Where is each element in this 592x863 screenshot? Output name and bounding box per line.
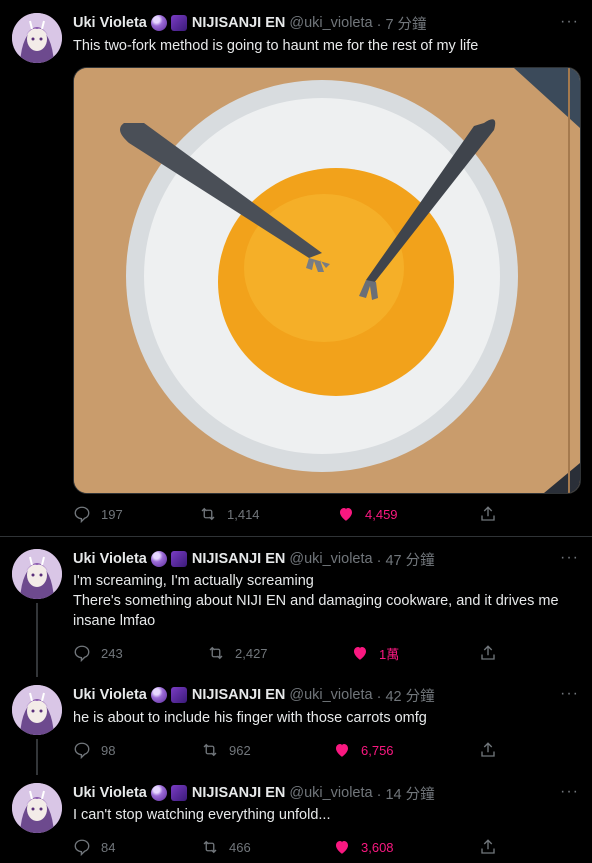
crystal-ball-icon: [150, 687, 167, 703]
tweet-header: Uki Violeta NIJISANJI EN @uki_violeta · …: [73, 685, 435, 705]
more-icon[interactable]: ···: [560, 550, 578, 571]
tweet-text: I'm screaming, I'm actually screaming Th…: [73, 571, 573, 631]
tweet-header: Uki Violeta NIJISANJI EN @uki_violeta · …: [73, 783, 435, 803]
share-button[interactable]: [479, 643, 507, 663]
tweet-image[interactable]: [73, 67, 581, 494]
heart-icon: [336, 744, 348, 757]
retweet-count: 466: [229, 839, 251, 855]
reply-button[interactable]: 197: [73, 504, 123, 524]
tweet-actions: 98 962 6,756: [73, 740, 503, 760]
more-icon[interactable]: ···: [560, 686, 578, 707]
thread-line: [36, 603, 38, 677]
share-button[interactable]: [479, 504, 507, 524]
tweet-text-line: I'm screaming, I'm actually screaming: [73, 573, 314, 589]
purple-square-icon: [170, 15, 187, 31]
share-icon: [481, 645, 495, 660]
share-icon: [481, 742, 495, 757]
tweet-actions: 84 466 3,608: [73, 837, 503, 857]
timestamp[interactable]: · 14 分鐘: [377, 783, 435, 804]
retweet-count: 962: [229, 742, 251, 758]
retweet-count: 2,427: [235, 645, 268, 661]
like-count: 4,459: [365, 506, 398, 522]
crystal-ball-icon: [150, 785, 167, 801]
tweet-header: Uki Violeta NIJISANJI EN @uki_violeta · …: [73, 13, 427, 33]
retweet-button[interactable]: 962: [201, 740, 251, 760]
reply-count: 197: [101, 506, 123, 522]
more-icon[interactable]: ···: [560, 14, 578, 35]
org-name: NIJISANJI EN: [191, 687, 286, 703]
reply-count: 98: [101, 742, 116, 758]
tweet-2[interactable]: Uki Violeta NIJISANJI EN @uki_violeta · …: [0, 537, 592, 677]
like-button[interactable]: 6,756: [333, 740, 394, 760]
display-name[interactable]: Uki Violeta: [73, 785, 147, 801]
reply-button[interactable]: 243: [73, 643, 123, 663]
reply-button[interactable]: 98: [73, 740, 115, 760]
timestamp[interactable]: · 7 分鐘: [377, 13, 427, 34]
share-button[interactable]: [479, 740, 507, 760]
tweet-text-line: There's something about NIJI EN and dama…: [73, 593, 559, 629]
purple-square-icon: [170, 785, 187, 801]
handle[interactable]: @uki_violeta: [289, 15, 372, 31]
reply-icon: [74, 645, 90, 662]
avatar[interactable]: [12, 783, 62, 833]
tweet-text: I can't stop watching everything unfold.…: [73, 807, 331, 823]
purple-square-icon: [170, 551, 187, 567]
tweet-4[interactable]: Uki Violeta NIJISANJI EN @uki_violeta · …: [0, 775, 592, 863]
heart-icon: [336, 841, 348, 854]
crystal-ball-icon: [150, 551, 167, 567]
reply-count: 84: [101, 839, 116, 855]
like-button[interactable]: 1萬: [351, 643, 399, 663]
org-name: NIJISANJI EN: [191, 785, 286, 801]
display-name[interactable]: Uki Violeta: [73, 551, 147, 567]
tweet-text: This two-fork method is going to haunt m…: [73, 38, 479, 54]
reply-icon: [74, 742, 90, 759]
share-icon: [481, 506, 495, 521]
retweet-count: 1,414: [227, 506, 260, 522]
avatar[interactable]: [12, 13, 62, 63]
retweet-button[interactable]: 2,427: [207, 643, 268, 663]
retweet-icon: [201, 507, 215, 521]
retweet-icon: [203, 743, 217, 757]
reply-count: 243: [101, 645, 123, 661]
reply-icon: [74, 839, 90, 856]
purple-square-icon: [170, 687, 187, 703]
heart-icon: [354, 647, 366, 660]
tweet-1[interactable]: Uki Violeta NIJISANJI EN @uki_violeta · …: [0, 0, 592, 537]
retweet-button[interactable]: 466: [201, 837, 251, 857]
retweet-icon: [209, 646, 223, 660]
avatar[interactable]: [12, 549, 62, 599]
avatar[interactable]: [12, 685, 62, 735]
tweet-actions: 243 2,427 1萬: [73, 643, 503, 663]
reply-button[interactable]: 84: [73, 837, 115, 857]
tweet-3[interactable]: Uki Violeta NIJISANJI EN @uki_violeta · …: [0, 677, 592, 775]
crystal-ball-icon: [150, 15, 167, 31]
share-icon: [481, 839, 495, 854]
display-name[interactable]: Uki Violeta: [73, 687, 147, 703]
handle[interactable]: @uki_violeta: [289, 687, 372, 703]
handle[interactable]: @uki_violeta: [289, 551, 372, 567]
reply-icon: [74, 506, 90, 523]
tweet-header: Uki Violeta NIJISANJI EN @uki_violeta · …: [73, 549, 435, 569]
heart-icon: [340, 508, 352, 521]
org-name: NIJISANJI EN: [191, 551, 286, 567]
tweet-text: he is about to include his finger with t…: [73, 710, 427, 726]
like-count: 1萬: [379, 646, 400, 662]
tweet-actions: 197 1,414 4,459: [73, 504, 503, 524]
share-button[interactable]: [479, 837, 507, 857]
like-button[interactable]: 3,608: [333, 837, 394, 857]
org-name: NIJISANJI EN: [191, 15, 286, 31]
like-button[interactable]: 4,459: [337, 504, 398, 524]
timestamp[interactable]: · 47 分鐘: [377, 549, 435, 570]
handle[interactable]: @uki_violeta: [289, 785, 372, 801]
display-name[interactable]: Uki Violeta: [73, 15, 147, 31]
like-count: 6,756: [361, 742, 394, 758]
like-count: 3,608: [361, 839, 394, 855]
more-icon[interactable]: ···: [560, 784, 578, 805]
timestamp[interactable]: · 42 分鐘: [377, 685, 435, 706]
thread-line: [36, 739, 38, 775]
retweet-button[interactable]: 1,414: [199, 504, 260, 524]
retweet-icon: [203, 840, 217, 854]
